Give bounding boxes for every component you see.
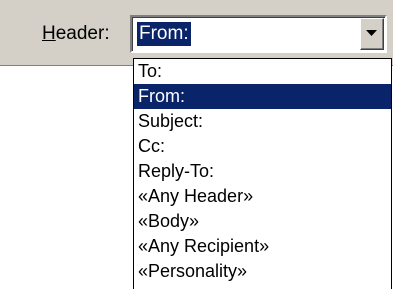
header-select-value: From:: [137, 22, 191, 46]
header-field-label: Header:: [42, 22, 110, 46]
dropdown-option-any-recipient[interactable]: «Any Recipient»: [134, 234, 391, 259]
dropdown-option-reply-to[interactable]: Reply-To:: [134, 159, 391, 184]
dropdown-option-cc[interactable]: Cc:: [134, 134, 391, 159]
dropdown-option-body[interactable]: «Body»: [134, 209, 391, 234]
dropdown-option-to[interactable]: To:: [134, 59, 391, 84]
chevron-down-icon: [366, 30, 377, 36]
dropdown-option-any-header[interactable]: «Any Header»: [134, 184, 391, 209]
header-label-accelerator: H: [42, 23, 56, 44]
header-select[interactable]: From:: [130, 15, 387, 53]
header-select-dropdown-button[interactable]: [360, 18, 384, 50]
dropdown-option-subject[interactable]: Subject:: [134, 109, 391, 134]
dropdown-option-personality[interactable]: «Personality»: [134, 259, 391, 284]
header-dropdown-list[interactable]: To: From: Subject: Cc: Reply-To: «Any He…: [133, 58, 392, 289]
header-label-text: eader:: [55, 23, 110, 44]
dropdown-option-from[interactable]: From:: [134, 84, 391, 109]
